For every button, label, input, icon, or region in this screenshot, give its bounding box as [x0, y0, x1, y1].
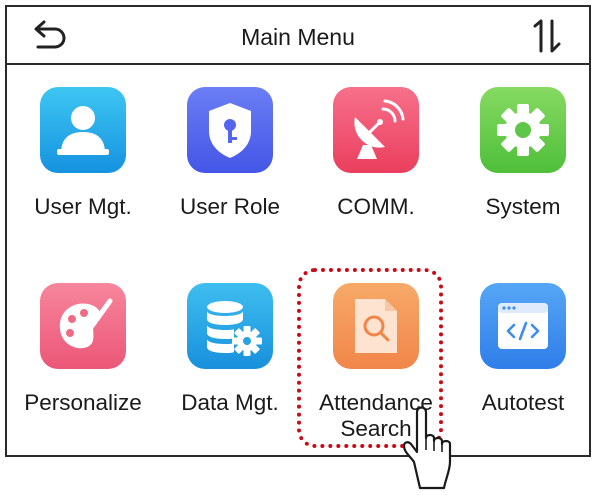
- user-icon: [40, 87, 126, 173]
- menu-item-label: Data Mgt.: [181, 390, 279, 415]
- shield-key-icon: [187, 87, 273, 173]
- menu-item-data-mgt[interactable]: Data Mgt.: [155, 283, 305, 453]
- sort-button[interactable]: [525, 17, 569, 55]
- palette-icon: [40, 283, 126, 369]
- menu-item-label: Personalize: [24, 390, 142, 415]
- menu-item-label: System: [485, 194, 561, 219]
- menu-item-label: COMM.: [337, 194, 415, 219]
- menu-item-autotest[interactable]: Autotest: [448, 283, 596, 453]
- menu-item-label: User Mgt.: [34, 194, 132, 219]
- header-bar: Main Menu: [7, 7, 589, 65]
- menu-item-system[interactable]: System: [448, 87, 596, 257]
- menu-item-user-mgt[interactable]: User Mgt.: [8, 87, 158, 257]
- database-gear-icon: [187, 283, 273, 369]
- page-title: Main Menu: [241, 24, 355, 50]
- menu-item-comm[interactable]: COMM.: [301, 87, 451, 257]
- menu-item-personalize[interactable]: Personalize: [8, 283, 158, 453]
- satellite-dish-icon: [333, 87, 419, 173]
- pointing-hand-icon: [402, 406, 452, 490]
- code-window-icon: [480, 283, 566, 369]
- menu-item-user-role[interactable]: User Role: [155, 87, 305, 257]
- back-arrow-icon: [34, 20, 66, 49]
- sort-updown-icon: [533, 19, 561, 53]
- back-button[interactable]: [27, 20, 71, 54]
- menu-item-label: Autotest: [481, 390, 565, 415]
- menu-item-label: User Role: [179, 194, 281, 219]
- gear-icon: [480, 87, 566, 173]
